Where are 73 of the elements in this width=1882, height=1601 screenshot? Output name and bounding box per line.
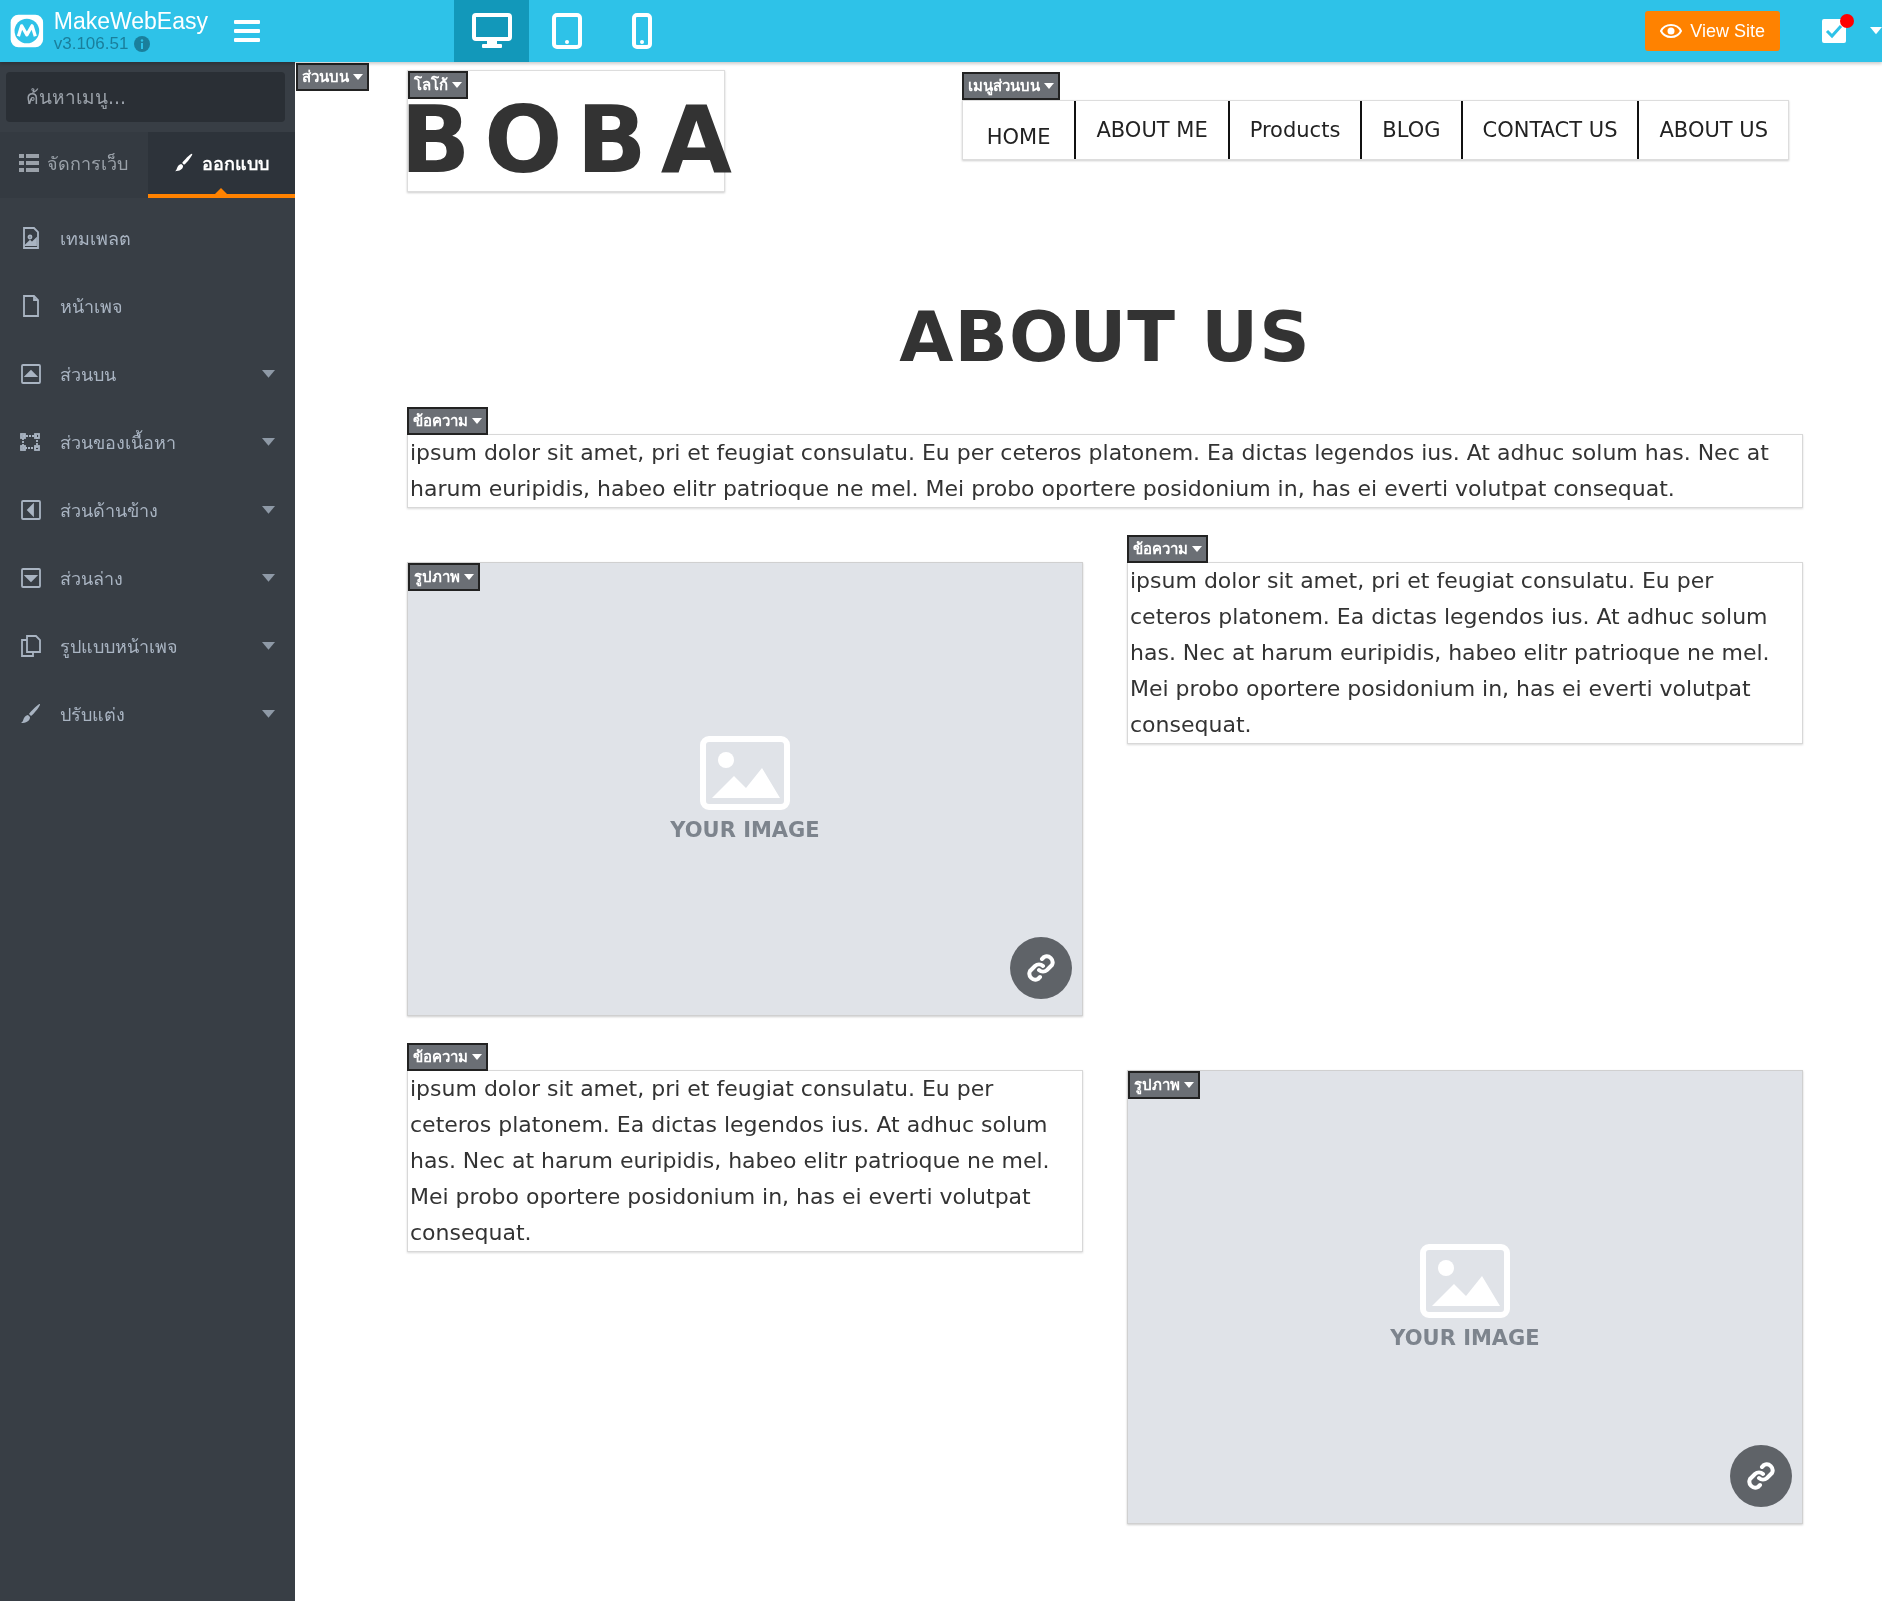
- caret-icon: [1043, 83, 1054, 89]
- sidebar-item[interactable]: ส่วนล่าง: [0, 544, 295, 612]
- device-button[interactable]: [454, 0, 529, 62]
- panel-top-icon: [20, 363, 42, 385]
- selection-icon: [20, 431, 42, 453]
- copy-icon: [20, 635, 42, 657]
- paragraph: ipsum dolor sit amet, pri et feugiat consulatu. Eu per ceteros platonem. Ea dictas legendos ius. At adhuc solum has. Nec at harum euripidis, habeo elitr patrioque ne mel. Mei probo oportere posidonium in, has ei everti volutpat consequat.: [1129, 567, 1771, 739]
- expand-caret-icon: [262, 438, 275, 446]
- element-tag[interactable]: เมนูส่วนบน: [961, 72, 1060, 100]
- search-input[interactable]: ค้นหาเมนู...: [24, 85, 271, 109]
- brush-icon: [20, 703, 42, 725]
- nav-link[interactable]: BLOG: [1360, 101, 1461, 159]
- panel-bottom-icon: [20, 567, 42, 589]
- sidebar-item[interactable]: ปรับแต่ง: [0, 680, 295, 748]
- sidebar-item[interactable]: เทมเพลต: [0, 204, 295, 272]
- tablet-icon: [551, 13, 582, 49]
- brush-icon: [173, 153, 194, 173]
- tasks-button[interactable]: [1822, 19, 1846, 43]
- sidebar-item[interactable]: ส่วนด้านข้าง: [0, 476, 295, 544]
- expand-caret-icon: [262, 710, 275, 718]
- caret-icon: [464, 574, 474, 580]
- version-text: v3.106.51: [53, 34, 129, 54]
- sidebar-item[interactable]: รูปแบบหน้าเพจ: [0, 612, 295, 680]
- image-icon: [1420, 1244, 1510, 1318]
- caret-icon: [472, 418, 482, 424]
- phone-icon: [631, 13, 652, 49]
- page-title: ABOUT US: [898, 295, 1312, 380]
- nav-link[interactable]: Products: [1227, 101, 1361, 159]
- menu-button[interactable]: [234, 20, 260, 42]
- nav-link[interactable]: ABOUT US: [1637, 101, 1788, 159]
- expand-caret-icon: [262, 642, 275, 650]
- caret-icon: [1192, 546, 1202, 552]
- sidebar-item[interactable]: ส่วนของเนื้อหา: [0, 408, 295, 476]
- desktop-icon: [471, 13, 512, 49]
- search-field[interactable]: ค้นหาเมนู...: [6, 72, 285, 122]
- paragraph: ipsum dolor sit amet, pri et feugiat consulatu. Eu per ceteros platonem. Ea dictas legendos ius. At adhuc solum has. Nec at harum euripidis, habeo elitr patrioque ne mel. Mei probo oportere posidonium in, has ei everti volutpat consequat.: [409, 439, 1770, 503]
- link-icon: [1026, 953, 1056, 983]
- element-tag[interactable]: ข้อความ: [407, 1043, 488, 1071]
- image-caption: YOUR IMAGE: [670, 818, 820, 842]
- tab-indicator: [215, 188, 228, 194]
- panel-left-icon: [20, 499, 42, 521]
- expand-caret-icon: [262, 370, 275, 378]
- nav-link[interactable]: HOME: [962, 101, 1075, 159]
- caret-icon: [353, 74, 363, 80]
- sidebar-item[interactable]: ส่วนบน: [0, 340, 295, 408]
- element-tag[interactable]: ข้อความ: [1127, 535, 1208, 563]
- list-icon: [19, 154, 40, 172]
- image-caption: YOUR IMAGE: [1390, 1326, 1540, 1350]
- nav-link[interactable]: ABOUT ME: [1074, 101, 1228, 159]
- menu-icon: [234, 20, 260, 42]
- expand-caret-icon: [262, 574, 275, 582]
- file-icon: [20, 295, 42, 317]
- link-icon: [1746, 1461, 1776, 1491]
- paragraph: ipsum dolor sit amet, pri et feugiat consulatu. Eu per ceteros platonem. Ea dictas legendos ius. At adhuc solum has. Nec at harum euripidis, habeo elitr patrioque ne mel. Mei probo oportere posidonium in, has ei everti volutpat consequat.: [409, 1075, 1051, 1247]
- nav-link[interactable]: CONTACT US: [1460, 101, 1638, 159]
- caret-icon: [452, 82, 462, 88]
- sidebar-tab[interactable]: จัดการเว็บ: [0, 132, 148, 198]
- info-icon: [134, 36, 151, 52]
- checkbox-icon: [1822, 19, 1846, 43]
- app-name: MakeWebEasy: [53, 8, 208, 34]
- caret-icon: [1184, 1082, 1194, 1088]
- section-tag[interactable]: ส่วนบน: [296, 63, 369, 91]
- image-icon: [700, 736, 790, 810]
- image-file-icon: [20, 227, 42, 249]
- element-tag[interactable]: รูปภาพ: [408, 563, 480, 591]
- element-tag[interactable]: โลโก้: [408, 71, 468, 99]
- sidebar-item[interactable]: หน้าเพจ: [0, 272, 295, 340]
- eye-icon: [1660, 24, 1683, 38]
- dropdown-caret-icon: [1870, 27, 1882, 35]
- expand-caret-icon: [262, 506, 275, 514]
- element-tag[interactable]: ข้อความ: [407, 407, 488, 435]
- caret-icon: [472, 1054, 482, 1060]
- element-tag[interactable]: รูปภาพ: [1128, 1071, 1200, 1099]
